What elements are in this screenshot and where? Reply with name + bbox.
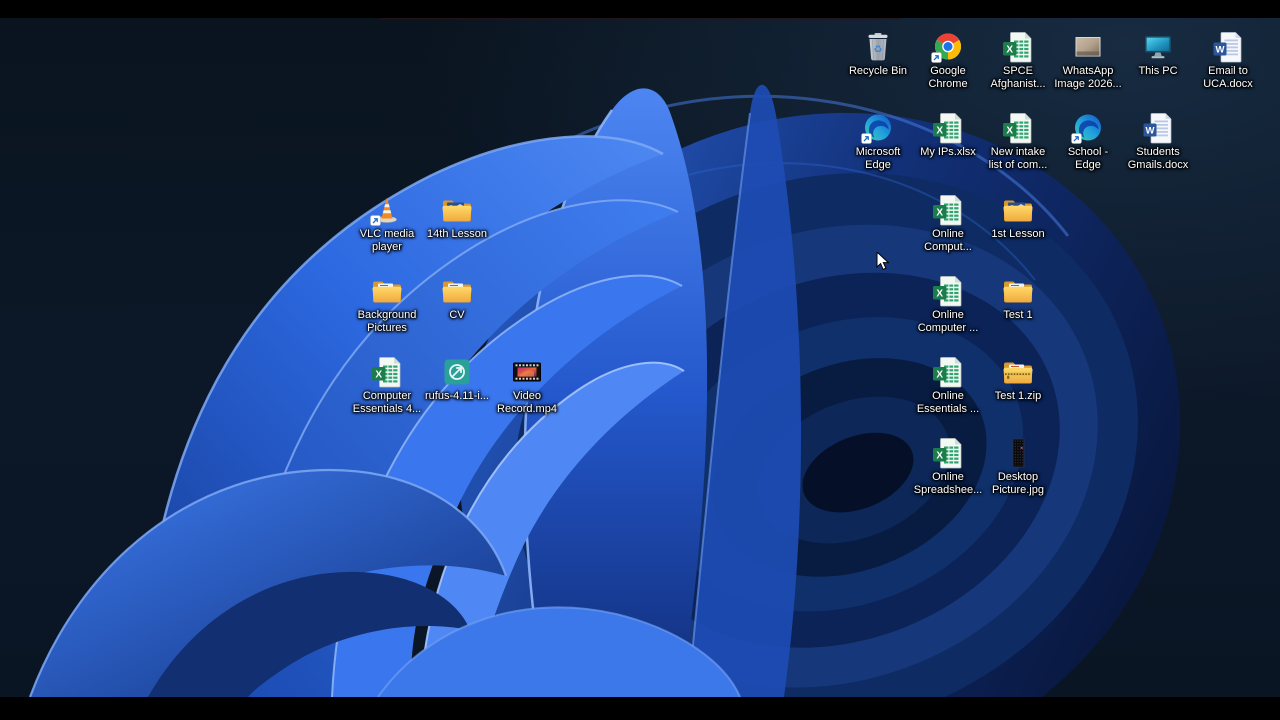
desktop-icon-spce-afghanist[interactable]: X SPCE Afghanist... xyxy=(980,30,1056,91)
desktop-icon-label: Online Comput... xyxy=(924,228,972,253)
desktop-icon-label: Online Computer ... xyxy=(917,309,979,334)
desktop-icon-label: New intake list of com... xyxy=(988,146,1048,171)
desktop-icon-label: Google Chrome xyxy=(928,65,968,90)
svg-text:X: X xyxy=(1006,44,1013,55)
excel-icon: X xyxy=(370,355,404,389)
svg-text:X: X xyxy=(375,369,382,380)
desktop-icon-label: Test 1.zip xyxy=(994,390,1042,402)
desktop-icon-online-spreadshee[interactable]: X Online Spreadshee... xyxy=(910,436,986,497)
desktop-icon-label: My IPs.xlsx xyxy=(920,146,976,158)
desktop-icon-label: School - Edge xyxy=(1067,146,1109,171)
recycle-bin-icon: ♻ xyxy=(861,30,895,64)
svg-text:X: X xyxy=(936,450,943,461)
desktop-icon-vlc-media-player[interactable]: VLC media player xyxy=(349,193,425,254)
excel-icon: X xyxy=(1001,111,1035,145)
shortcut-arrow-icon xyxy=(370,215,381,226)
shortcut-arrow-icon xyxy=(861,133,872,144)
folder-zip-icon xyxy=(1001,355,1035,389)
desktop[interactable]: ♻ Recycle Bin Google Chrome X SPCE Afgha… xyxy=(0,18,1280,697)
desktop-icon-microsoft-edge[interactable]: Microsoft Edge xyxy=(840,111,916,172)
svg-text:W: W xyxy=(1216,44,1225,55)
folder-doc-icon xyxy=(370,274,404,308)
desktop-icon-label: Computer Essentials 4... xyxy=(352,390,422,415)
desktop-icon-cv[interactable]: CV xyxy=(419,274,495,322)
rufus-icon xyxy=(440,355,474,389)
desktop-icon-computer-essentials-4[interactable]: X Computer Essentials 4... xyxy=(349,355,425,416)
desktop-icon-label: Test 1 xyxy=(1003,309,1033,321)
edge-icon xyxy=(1071,111,1105,145)
excel-icon: X xyxy=(931,355,965,389)
svg-text:X: X xyxy=(1006,125,1013,136)
desktop-icon-online-computer[interactable]: X Online Computer ... xyxy=(910,274,986,335)
desktop-icon-label: CV xyxy=(449,309,465,321)
folder-doc-icon xyxy=(440,274,474,308)
desktop-icon-recycle-bin[interactable]: ♻ Recycle Bin xyxy=(840,30,916,78)
desktop-icon-test-1-zip[interactable]: Test 1.zip xyxy=(980,355,1056,403)
desktop-icon-label: Online Spreadshee... xyxy=(913,471,983,496)
desktop-icon-label: VLC media player xyxy=(359,228,415,253)
desktop-icon-new-intake-list-of-com[interactable]: X New intake list of com... xyxy=(980,111,1056,172)
letterbox-top xyxy=(0,0,1280,18)
letterbox-bottom xyxy=(0,697,1280,720)
desktop-icon-online-essentials[interactable]: X Online Essentials ... xyxy=(910,355,986,416)
desktop-icon-label: Background Pictures xyxy=(357,309,417,334)
shortcut-arrow-icon xyxy=(1071,133,1082,144)
desktop-icon-label: This PC xyxy=(1138,65,1178,77)
desktop-icon-my-ips-xlsx[interactable]: X My IPs.xlsx xyxy=(910,111,986,159)
photo-icon xyxy=(1071,30,1105,64)
desktop-icon-this-pc[interactable]: This PC xyxy=(1120,30,1196,78)
dark-photo-icon xyxy=(1001,436,1035,470)
folder-doc-icon xyxy=(1001,274,1035,308)
svg-text:X: X xyxy=(936,125,943,136)
excel-icon: X xyxy=(1001,30,1035,64)
this-pc-icon xyxy=(1141,30,1175,64)
desktop-icon-google-chrome[interactable]: Google Chrome xyxy=(910,30,986,91)
desktop-icon-label: Video Record.mp4 xyxy=(497,390,557,415)
excel-icon: X xyxy=(931,193,965,227)
desktop-icon-email-to-uca-docx[interactable]: W Email to UCA.docx xyxy=(1190,30,1266,91)
desktop-icon-desktop-picture-jpg[interactable]: Desktop Picture.jpg xyxy=(980,436,1056,497)
desktop-icon-online-comput[interactable]: X Online Comput... xyxy=(910,193,986,254)
video-icon xyxy=(510,355,544,389)
desktop-icon-test-1[interactable]: Test 1 xyxy=(980,274,1056,322)
desktop-icon-whatsapp-image-2026[interactable]: WhatsApp Image 2026... xyxy=(1050,30,1126,91)
desktop-icon-label: SPCE Afghanist... xyxy=(990,65,1046,90)
desktop-icon-students-gmails-docx[interactable]: W Students Gmails.docx xyxy=(1120,111,1196,172)
edge-icon xyxy=(861,111,895,145)
desktop-icon-label: Recycle Bin xyxy=(848,65,908,77)
desktop-icon-rufus-4-11-i[interactable]: rufus-4.11-i... xyxy=(419,355,495,403)
svg-text:X: X xyxy=(936,207,943,218)
excel-icon: X xyxy=(931,274,965,308)
folder-img-icon xyxy=(440,193,474,227)
desktop-icon-label: Email to UCA.docx xyxy=(1203,65,1253,90)
svg-text:X: X xyxy=(936,369,943,380)
desktop-icon-school-edge[interactable]: School - Edge xyxy=(1050,111,1126,172)
desktop-icon-1st-lesson[interactable]: 1st Lesson xyxy=(980,193,1056,241)
chrome-icon xyxy=(931,30,965,64)
desktop-icon-14th-lesson[interactable]: 14th Lesson xyxy=(419,193,495,241)
excel-icon: X xyxy=(931,436,965,470)
shortcut-arrow-icon xyxy=(931,52,942,63)
desktop-icon-label: Desktop Picture.jpg xyxy=(992,471,1044,496)
svg-text:♻: ♻ xyxy=(874,45,883,56)
desktop-icon-label: Microsoft Edge xyxy=(855,146,901,171)
desktop-icon-label: Students Gmails.docx xyxy=(1127,146,1189,171)
desktop-icon-label: Online Essentials ... xyxy=(916,390,980,415)
folder-img-icon xyxy=(1001,193,1035,227)
desktop-icon-label: 1st Lesson xyxy=(991,228,1045,240)
excel-icon: X xyxy=(931,111,965,145)
desktop-icon-label: 14th Lesson xyxy=(427,228,487,240)
word-icon: W xyxy=(1141,111,1175,145)
vlc-icon xyxy=(370,193,404,227)
desktop-icon-background-pictures[interactable]: Background Pictures xyxy=(349,274,425,335)
svg-text:X: X xyxy=(936,288,943,299)
desktop-icon-label: rufus-4.11-i... xyxy=(425,390,489,402)
word-icon: W xyxy=(1211,30,1245,64)
desktop-icon-video-record-mp4[interactable]: Video Record.mp4 xyxy=(489,355,565,416)
svg-text:W: W xyxy=(1146,125,1155,136)
desktop-icon-label: WhatsApp Image 2026... xyxy=(1054,65,1122,90)
screen: { "window": { "letterbox_color": "#00000… xyxy=(0,0,1280,720)
